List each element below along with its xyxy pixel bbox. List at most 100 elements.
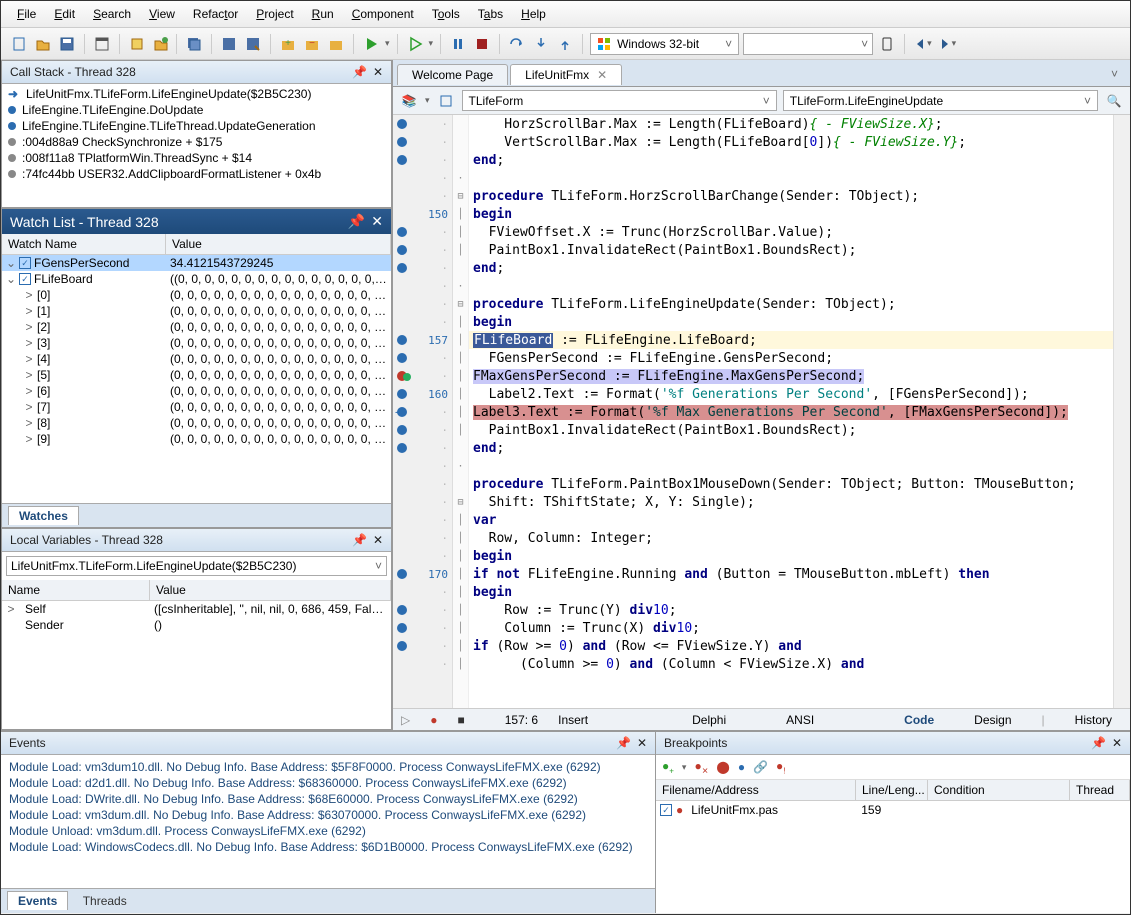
run-icon[interactable] [361,34,381,54]
watch-row[interactable]: > [9](0, 0, 0, 0, 0, 0, 0, 0, 0, 0, 0, 0… [2,431,391,447]
watch-row[interactable]: > [0](0, 0, 0, 0, 0, 0, 0, 0, 0, 0, 0, 0… [2,287,391,303]
stop-icon[interactable] [472,34,492,54]
watch-row[interactable]: ⌄ ✓FGensPerSecond34.4121543729245 [2,255,391,271]
step-over-icon[interactable] [507,34,527,54]
method-combo[interactable]: TLifeForm.LifeEngineUpdate˅ [783,90,1098,111]
search-icon[interactable]: 🔍 [1104,91,1124,111]
bp-delete-all-icon[interactable]: ⬤ [716,760,729,774]
bp-enable-icon[interactable]: ● [738,760,745,774]
menu-help[interactable]: Help [513,4,554,24]
menu-tools[interactable]: Tools [424,4,468,24]
open-project-icon[interactable] [151,34,171,54]
close-icon[interactable]: ✕ [373,65,383,79]
run-nodebug-icon[interactable] [405,34,425,54]
locals-col-name[interactable]: Name [2,580,150,600]
nav-back-icon[interactable]: ▾ [912,34,933,54]
menu-component[interactable]: Component [344,4,422,24]
watch-row[interactable]: > [2](0, 0, 0, 0, 0, 0, 0, 0, 0, 0, 0, 0… [2,319,391,335]
watch-row[interactable]: ⌄ ✓FLifeBoard((0, 0, 0, 0, 0, 0, 0, 0, 0… [2,271,391,287]
event-row[interactable]: Module Load: vm3dum10.dll. No Debug Info… [9,759,647,775]
menu-tabs[interactable]: Tabs [470,4,511,24]
watch-row[interactable]: > [1](0, 0, 0, 0, 0, 0, 0, 0, 0, 0, 0, 0… [2,303,391,319]
macro-rec-icon[interactable]: ▷ [401,713,410,727]
watch-row[interactable]: > [7](0, 0, 0, 0, 0, 0, 0, 0, 0, 0, 0, 0… [2,399,391,415]
callstack-row[interactable]: :74fc44bb USER32.AddClipboardFormatListe… [2,166,391,182]
event-row[interactable]: Module Unload: vm3dum.dll. Process Conwa… [9,823,647,839]
watch-row[interactable]: > [4](0, 0, 0, 0, 0, 0, 0, 0, 0, 0, 0, 0… [2,351,391,367]
remove-from-project-icon[interactable]: − [302,34,322,54]
books-icon[interactable]: 📚 [399,91,419,111]
code-editor[interactable]: ·····150······157··160➜·········170·····… [393,115,1130,708]
close-icon[interactable]: ✕ [371,213,383,230]
menu-file[interactable]: File [9,4,44,24]
new-items-icon[interactable] [127,34,147,54]
new-icon[interactable] [9,34,29,54]
macro-play-icon[interactable]: ■ [457,713,464,727]
view-tab-history[interactable]: History [1065,711,1122,729]
bp-group-icon[interactable]: 🔗 [753,760,768,774]
menu-run[interactable]: Run [304,4,342,24]
callstack-row[interactable]: ➜LifeUnitFmx.TLifeForm.LifeEngineUpdate(… [2,86,391,102]
save-icon[interactable] [57,34,77,54]
open-icon[interactable] [33,34,53,54]
pin-icon[interactable]: 📌 [352,533,367,547]
watch-row[interactable]: > [3](0, 0, 0, 0, 0, 0, 0, 0, 0, 0, 0, 0… [2,335,391,351]
class-combo[interactable]: TLifeForm˅ [462,90,777,111]
tab-threads[interactable]: Threads [72,891,138,911]
locals-row[interactable]: Sender() [2,617,391,633]
view-tab-code[interactable]: Code [894,711,944,729]
tab-close-icon[interactable]: ✕ [597,68,607,82]
tab-events[interactable]: Events [7,891,68,910]
bp-col-thread[interactable]: Thread [1070,780,1130,800]
locals-scope-combo[interactable]: LifeUnitFmx.TLifeForm.LifeEngineUpdate($… [6,556,387,576]
locals-row[interactable]: >Self([csInheritable], '', nil, nil, 0, … [2,601,391,617]
watch-list[interactable]: ⌄ ✓FGensPerSecond34.4121543729245⌄ ✓FLif… [2,255,391,503]
save-project-as-icon[interactable] [243,34,263,54]
bp-col-file[interactable]: Filename/Address [656,780,856,800]
bp-delete-icon[interactable]: ●✕ [694,759,708,775]
view-tab-design[interactable]: Design [964,711,1021,729]
pin-icon[interactable]: 📌 [352,65,367,79]
watch-col-value[interactable]: Value [166,234,391,254]
insert-mode[interactable]: Insert [558,713,588,727]
pin-icon[interactable]: 📌 [616,736,631,750]
callstack-row[interactable]: LifeEngine.TLifeEngine.TLifeThread.Updat… [2,118,391,134]
bp-col-line[interactable]: Line/Leng... [856,780,928,800]
close-icon[interactable]: ✕ [637,736,647,750]
event-row[interactable]: Module Load: DWrite.dll. No Debug Info. … [9,791,647,807]
platform-combo[interactable]: Windows 32-bit ˅ [590,33,739,55]
tab-watches[interactable]: Watches [8,506,79,525]
callstack-row[interactable]: :004d88a9 CheckSynchronize + $175 [2,134,391,150]
watch-col-name[interactable]: Watch Name [2,234,166,254]
bp-col-cond[interactable]: Condition [928,780,1070,800]
menu-edit[interactable]: Edit [46,4,83,24]
callstack-row[interactable]: LifeEngine.TLifeEngine.DoUpdate [2,102,391,118]
device-icon[interactable] [877,34,897,54]
watch-row[interactable]: > [8](0, 0, 0, 0, 0, 0, 0, 0, 0, 0, 0, 0… [2,415,391,431]
breakpoints-list[interactable]: ✓●LifeUnitFmx.pas159 [656,801,1130,913]
events-list[interactable]: Module Load: vm3dum10.dll. No Debug Info… [1,755,655,888]
pin-icon[interactable]: 📌 [348,213,365,230]
step-out-icon[interactable] [555,34,575,54]
bp-props-icon[interactable]: ●! [776,759,785,775]
pause-icon[interactable] [448,34,468,54]
tab-lifeunitfmx[interactable]: LifeUnitFmx✕ [510,64,622,85]
event-row[interactable]: Module Load: WindowsCodecs.dll. No Debug… [9,839,647,855]
encoding-label[interactable]: ANSI [786,713,814,727]
toggle-form-icon[interactable] [92,34,112,54]
locals-col-value[interactable]: Value [150,580,391,600]
pin-icon[interactable]: 📌 [1091,736,1106,750]
chevron-down-icon[interactable]: ˅ [1103,67,1126,81]
macro-stop-icon[interactable]: ● [430,713,437,727]
event-row[interactable]: Module Load: vm3dum.dll. No Debug Info. … [9,807,647,823]
save-all-icon[interactable] [184,34,204,54]
vertical-scrollbar[interactable] [1113,115,1130,708]
close-icon[interactable]: ✕ [1112,736,1122,750]
tab-welcome[interactable]: Welcome Page [397,64,508,85]
bp-add-icon[interactable]: ●+ [662,759,674,775]
close-icon[interactable]: ✕ [373,533,383,547]
watch-row[interactable]: > [6](0, 0, 0, 0, 0, 0, 0, 0, 0, 0, 0, 0… [2,383,391,399]
save-project-icon[interactable] [219,34,239,54]
callstack-row[interactable]: :008f11a8 TPlatformWin.ThreadSync + $14 [2,150,391,166]
sync-icon[interactable] [436,91,456,111]
